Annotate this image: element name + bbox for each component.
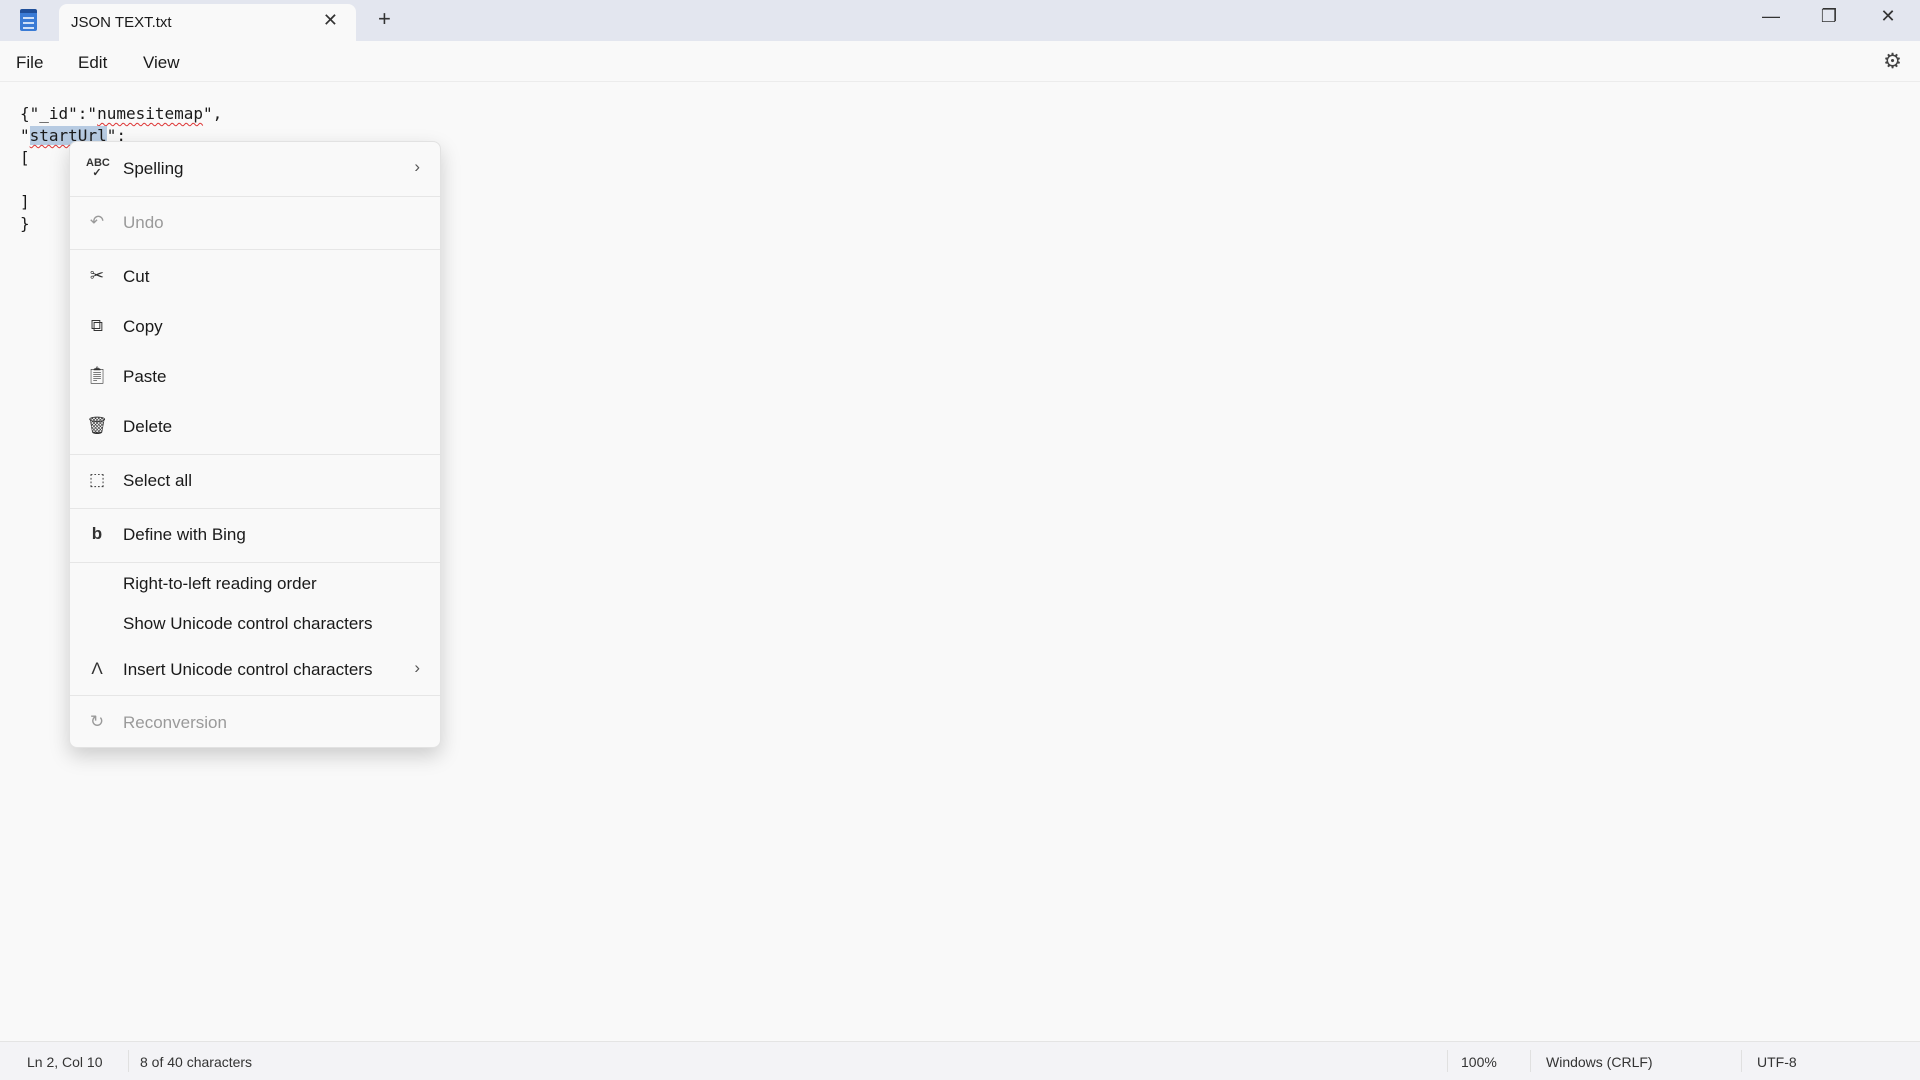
cursor-position: Ln 2, Col 10: [27, 1054, 103, 1070]
close-icon[interactable]: ✕: [1868, 6, 1908, 27]
divider: [70, 695, 440, 696]
divider: [70, 196, 440, 197]
misspelled-word: numesitemap: [97, 104, 204, 123]
menu-item-delete[interactable]: 🗑︎ Delete: [70, 412, 440, 442]
menu-view[interactable]: View: [143, 53, 180, 73]
undo-icon: ↶: [89, 212, 105, 231]
divider: [1447, 1050, 1448, 1072]
restore-icon[interactable]: ❐: [1809, 6, 1849, 27]
menu-item-paste[interactable]: 📋︎ Paste: [70, 362, 440, 392]
chevron-right-icon: ›: [414, 157, 420, 176]
label: Right-to-left reading order: [123, 574, 317, 593]
menu-item-rtl-reading-order[interactable]: Right-to-left reading order: [70, 569, 440, 599]
divider: [70, 562, 440, 563]
label: Delete: [123, 417, 173, 436]
caret-icon: Λ: [91, 659, 103, 678]
label: Insert Unicode control characters: [123, 660, 373, 679]
text: ",: [203, 104, 223, 123]
minimize-icon[interactable]: —: [1751, 6, 1791, 27]
close-icon[interactable]: ✕: [323, 10, 338, 31]
divider: [70, 249, 440, 250]
label: Cut: [123, 267, 150, 286]
menu-bar: File Edit View ⚙: [0, 41, 1920, 82]
menu-item-insert-unicode[interactable]: Λ Insert Unicode control characters ›: [70, 655, 440, 685]
menu-item-reconversion[interactable]: ↻ Reconversion: [70, 708, 440, 738]
tab-json-text[interactable]: JSON TEXT.txt ✕: [59, 4, 356, 41]
label: Spelling: [123, 159, 184, 178]
line-ending[interactable]: Windows (CRLF): [1546, 1054, 1653, 1070]
menu-item-show-unicode[interactable]: Show Unicode control characters: [70, 609, 440, 639]
menu-file[interactable]: File: [16, 53, 43, 73]
menu-item-cut[interactable]: ✂ Cut: [70, 262, 440, 292]
scissors-icon: ✂: [89, 266, 105, 285]
paste-icon: 📋︎: [86, 366, 108, 385]
trash-icon: 🗑︎: [86, 416, 108, 435]
label: Select all: [123, 471, 192, 490]
bing-icon: b: [91, 524, 103, 543]
label: Copy: [123, 317, 163, 336]
menu-edit[interactable]: Edit: [78, 53, 107, 73]
label: Paste: [123, 367, 167, 386]
title-bar: JSON TEXT.txt ✕ + — ❐ ✕: [0, 0, 1920, 41]
select-all-icon: ⬚: [88, 470, 106, 489]
encoding[interactable]: UTF-8: [1757, 1054, 1797, 1070]
chevron-right-icon: ›: [414, 658, 420, 677]
divider: [70, 508, 440, 509]
divider: [1530, 1050, 1531, 1072]
copy-icon: ⧉: [90, 316, 104, 335]
label: Undo: [123, 213, 164, 232]
label: Show Unicode control characters: [123, 614, 373, 633]
spelling-icon: ABC ✓: [86, 157, 110, 179]
zoom-level[interactable]: 100%: [1461, 1054, 1497, 1070]
context-menu: ABC ✓ Spelling › ↶ Undo ✂ Cut ⧉ Copy 📋︎ Paste 🗑…: [69, 141, 441, 748]
selection-count: 8 of 40 characters: [140, 1054, 253, 1070]
divider: [128, 1050, 129, 1072]
menu-item-select-all[interactable]: ⬚ Select all: [70, 466, 440, 496]
line-1: {"_id":"numesitemap",: [20, 103, 222, 125]
menu-item-define-with-bing[interactable]: b Define with Bing: [70, 520, 440, 550]
notepad-icon: [20, 9, 37, 31]
menu-item-spelling[interactable]: ABC ✓ Spelling ›: [70, 154, 440, 184]
status-bar: Ln 2, Col 10 8 of 40 characters 100% Win…: [0, 1041, 1920, 1080]
text: ": [20, 126, 30, 145]
label: Define with Bing: [123, 525, 246, 544]
menu-item-copy[interactable]: ⧉ Copy: [70, 312, 440, 342]
plus-icon[interactable]: +: [378, 6, 391, 32]
gear-icon[interactable]: ⚙: [1883, 49, 1902, 74]
label: Reconversion: [123, 713, 227, 732]
menu-item-undo[interactable]: ↶ Undo: [70, 208, 440, 238]
text: {"_id":": [20, 104, 98, 123]
divider: [70, 454, 440, 455]
reconversion-icon: ↻: [89, 712, 105, 731]
tab-title: JSON TEXT.txt: [71, 14, 172, 31]
divider: [1741, 1050, 1742, 1072]
